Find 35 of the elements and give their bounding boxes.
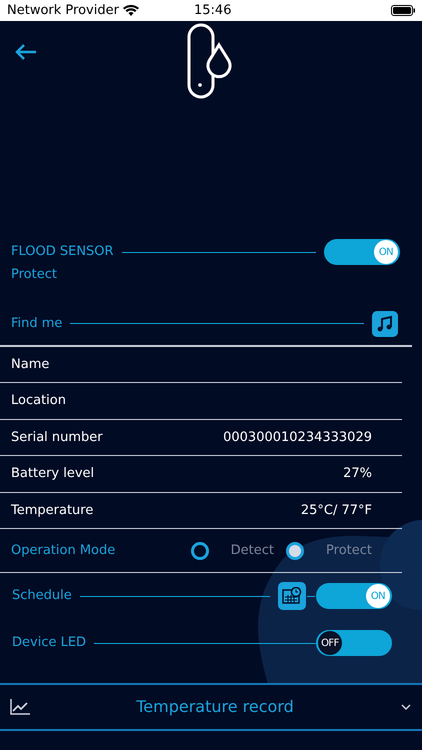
clock-time: 15:46 xyxy=(194,2,232,20)
toggle-switch[interactable]: OFF xyxy=(316,630,392,656)
operation-mode-label: Operation Mode xyxy=(11,542,116,560)
info-label: Temperature xyxy=(11,502,94,520)
find-me-label: Find me xyxy=(11,314,62,333)
info-label: Serial number xyxy=(11,428,103,446)
switch-label: ON xyxy=(366,584,390,608)
switch-label: ON xyxy=(374,240,398,264)
device-led-label: Device LED xyxy=(12,634,86,652)
radio-label: Protect xyxy=(326,542,372,560)
info-label: Battery level xyxy=(11,465,94,483)
device-mode: Protect xyxy=(10,266,57,284)
device-title: FLOOD SENSOR xyxy=(11,243,114,262)
radio-button[interactable] xyxy=(286,542,304,560)
switch-label: OFF xyxy=(318,631,342,655)
chevron-down-icon xyxy=(400,703,412,711)
carrier-name: Network Provider xyxy=(7,2,119,20)
info-value: 25°C/ 77°F xyxy=(300,502,372,520)
calendar-clock-button[interactable] xyxy=(278,582,306,610)
wifi-icon xyxy=(122,4,139,16)
temperature-record-label: Temperature record xyxy=(135,696,295,718)
calendar-clock-icon xyxy=(282,587,302,605)
radio-label: Detect xyxy=(230,542,274,560)
radio-button[interactable] xyxy=(190,542,209,560)
back-arrow-icon[interactable] xyxy=(15,44,37,60)
schedule-label: Schedule xyxy=(12,587,72,606)
music-note-icon xyxy=(376,314,394,332)
info-label: Name xyxy=(11,356,50,374)
temperature-record-bar[interactable]: Temperature record xyxy=(0,683,422,731)
battery-icon xyxy=(391,5,415,16)
info-value: 27% xyxy=(343,465,372,483)
music-note-button[interactable] xyxy=(372,310,398,336)
info-value: 000300010234333029 xyxy=(223,428,372,446)
info-label: Location xyxy=(11,392,66,410)
line-chart-icon xyxy=(10,699,30,715)
